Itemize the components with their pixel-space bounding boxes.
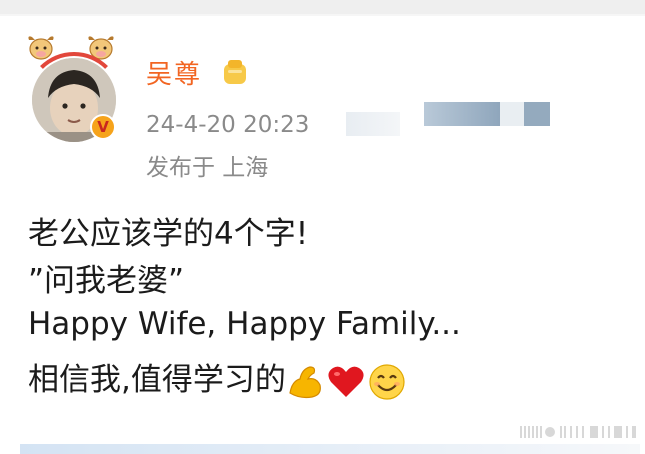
redacted-block bbox=[500, 102, 524, 126]
post-timestamp[interactable]: 24-4-20 20:23 bbox=[146, 112, 309, 138]
red-heart-emoji bbox=[328, 366, 364, 397]
post-text-line-3: Happy Wife, Happy Family... bbox=[28, 306, 461, 342]
post-text-line-1: 老公应该学的4个字! bbox=[28, 216, 309, 252]
post-text-line-2: ”问我老婆” bbox=[28, 263, 185, 299]
post-text-line-4-text: 相信我,值得学习的 bbox=[28, 362, 286, 398]
redacted-block bbox=[524, 102, 550, 126]
watermark-icon bbox=[520, 426, 636, 438]
author-name[interactable]: 吴尊 bbox=[146, 54, 202, 91]
cropped-bottom-text bbox=[20, 444, 640, 454]
gold-member-badge-icon[interactable] bbox=[222, 58, 248, 86]
post-location: 发布于 上海 bbox=[146, 155, 269, 181]
redacted-block bbox=[424, 102, 500, 126]
verified-v-icon: V bbox=[90, 114, 116, 140]
smiling-face-emoji bbox=[369, 363, 405, 400]
author-avatar[interactable]: V bbox=[22, 34, 122, 142]
post-text-line-4: 相信我,值得学习的 bbox=[28, 354, 408, 402]
flexed-biceps-emoji bbox=[289, 365, 321, 398]
top-toolbar-strip bbox=[0, 0, 645, 16]
redacted-block bbox=[346, 112, 400, 136]
